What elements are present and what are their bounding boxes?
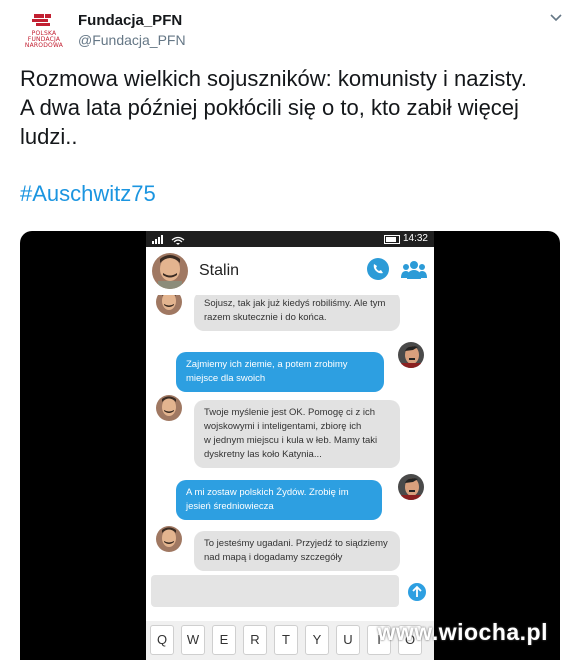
stalin-portrait-icon — [156, 295, 182, 315]
message-bubble-incoming: Sojusz, tak jak już kiedyś robiliśmy. Al… — [194, 295, 400, 331]
message-bubble-incoming: To jesteśmy ugadani. Przyjedź to siądzie… — [194, 531, 400, 571]
key-r[interactable]: R — [243, 625, 267, 655]
message-list: Sojusz, tak jak już kiedyś robiliśmy. Al… — [146, 295, 434, 571]
hitler-avatar — [398, 342, 424, 368]
hitler-portrait-icon — [398, 474, 424, 500]
status-time: 14:32 — [402, 233, 428, 244]
call-button[interactable] — [367, 258, 389, 280]
tweet-text-line: A dwa lata później pokłócili się o to, k… — [20, 95, 519, 120]
stalin-portrait-icon — [156, 526, 182, 552]
send-button[interactable] — [408, 583, 426, 601]
author-avatar[interactable]: POLSKA FUNDACJA NARODOWA — [22, 10, 66, 54]
hitler-portrait-icon — [398, 342, 424, 368]
hashtag-link[interactable]: #Auschwitz75 — [20, 181, 156, 207]
logo-text: POLSKA FUNDACJA NARODOWA — [22, 31, 66, 49]
tweet-header: POLSKA FUNDACJA NARODOWA Fundacja_PFN @F… — [22, 8, 567, 53]
key-w[interactable]: W — [181, 625, 205, 655]
tweet-text-line: ludzi.. — [20, 124, 78, 149]
tweet-text-line: Rozmowa wielkich sojuszników: komunisty … — [20, 66, 527, 91]
key-t[interactable]: T — [274, 625, 298, 655]
stalin-portrait-icon — [156, 395, 182, 421]
tweet-media[interactable]: 14:32 Stalin Sojusz, tak jak już kiedyś … — [20, 231, 560, 660]
group-icon[interactable] — [401, 259, 427, 281]
logo-text-line: NARODOWA — [24, 42, 64, 49]
chat-header: Stalin — [146, 247, 434, 296]
message-bubble-outgoing: Zajmiemy ich ziemie, a potem zrobimy mie… — [176, 352, 384, 392]
stalin-avatar — [156, 395, 182, 421]
compose-area — [146, 571, 434, 621]
stalin-portrait-icon — [152, 253, 188, 289]
contact-name[interactable]: Stalin — [199, 262, 239, 280]
author-name[interactable]: Fundacja_PFN — [78, 12, 182, 29]
message-bubble-outgoing: A mi zostaw polskich Żydów. Zrobię im je… — [176, 480, 382, 520]
phone-screenshot: 14:32 Stalin Sojusz, tak jak już kiedyś … — [146, 231, 434, 660]
contact-avatar[interactable] — [152, 253, 188, 289]
phone-icon — [373, 264, 383, 274]
chevron-down-icon[interactable] — [549, 12, 563, 24]
message-input[interactable] — [151, 575, 399, 607]
key-u[interactable]: U — [336, 625, 360, 655]
author-handle[interactable]: @Fundacja_PFN — [78, 32, 186, 48]
key-e[interactable]: E — [212, 625, 236, 655]
status-bar: 14:32 — [146, 231, 434, 247]
battery-icon — [384, 235, 400, 244]
watermark: www.wiocha.pl — [377, 619, 548, 645]
message-bubble-incoming: Twoje myślenie jest OK. Pomogę ci z ich … — [194, 400, 400, 468]
arrow-up-icon — [412, 585, 422, 597]
signal-wifi-icon — [152, 235, 185, 245]
key-q[interactable]: Q — [150, 625, 174, 655]
pfn-logo-icon — [32, 14, 51, 26]
tweet-text: Rozmowa wielkich sojuszników: komunisty … — [20, 64, 560, 151]
stalin-avatar — [156, 526, 182, 552]
key-y[interactable]: Y — [305, 625, 329, 655]
stalin-avatar — [156, 295, 182, 315]
hitler-avatar — [398, 474, 424, 500]
